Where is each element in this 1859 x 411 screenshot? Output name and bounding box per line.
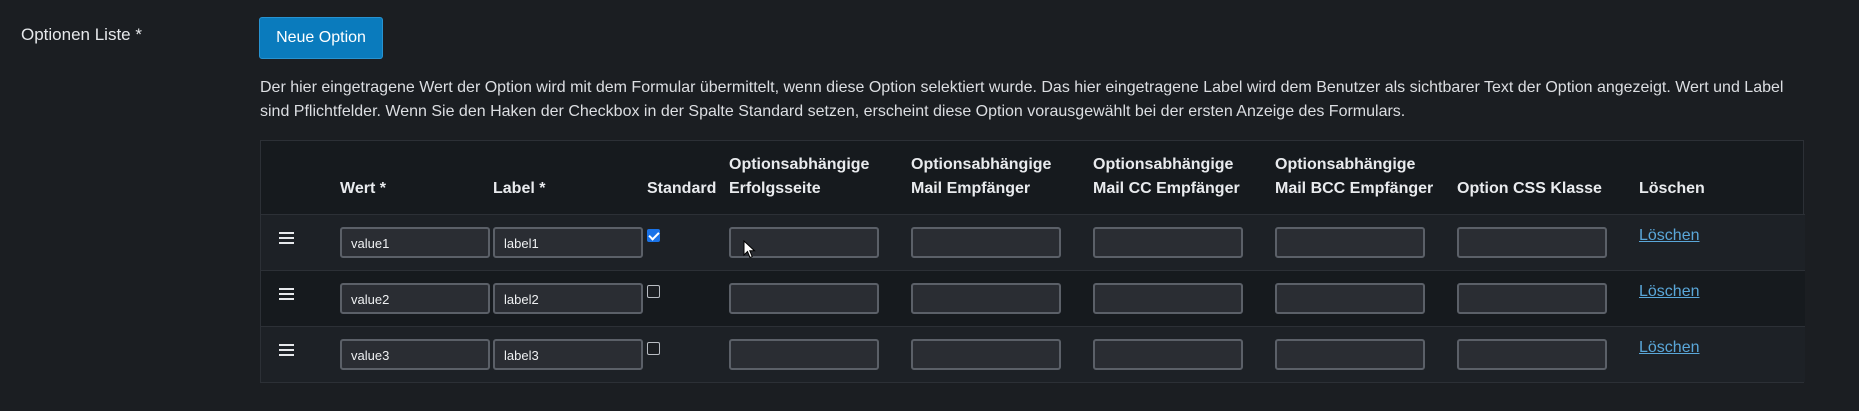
- drag-handle-icon[interactable]: [279, 229, 294, 247]
- success-page-input[interactable]: [729, 282, 879, 314]
- value-input[interactable]: [340, 338, 490, 370]
- new-option-button[interactable]: Neue Option: [259, 17, 383, 59]
- standard-checkbox[interactable]: [647, 229, 660, 243]
- column-header-mail-bcc: Optionsabhängige Mail BCC Empfänger: [1275, 155, 1434, 197]
- table-row: Löschen: [261, 214, 1805, 270]
- css-class-input[interactable]: [1457, 282, 1607, 314]
- column-header-mail-cc: Optionsabhängige Mail CC Empfänger: [1093, 155, 1240, 197]
- mail-recipient-input[interactable]: [911, 226, 1061, 258]
- column-header-standard: Standard: [647, 179, 717, 197]
- mail-cc-input[interactable]: [1093, 226, 1243, 258]
- column-header-success-page: Optionsabhängige Erfolgsseite: [729, 155, 870, 197]
- mail-cc-input[interactable]: [1093, 338, 1243, 370]
- delete-link[interactable]: Löschen: [1639, 339, 1700, 356]
- css-class-input[interactable]: [1457, 338, 1607, 370]
- table-row: Löschen: [261, 270, 1805, 326]
- column-header-css-class: Option CSS Klasse: [1457, 179, 1602, 197]
- table-row: Löschen: [261, 326, 1805, 382]
- label-input[interactable]: [493, 226, 643, 258]
- drag-handle-icon[interactable]: [279, 285, 294, 303]
- options-table-container: Wert * Label * Standard Optionsabhängige…: [260, 140, 1805, 383]
- label-input[interactable]: [493, 338, 643, 370]
- column-header-value: Wert *: [340, 179, 386, 197]
- mail-recipient-input[interactable]: [911, 338, 1061, 370]
- field-description: Der hier eingetragene Wert der Option wi…: [260, 79, 1784, 120]
- column-header-delete: Löschen: [1639, 179, 1705, 197]
- success-page-input[interactable]: [729, 338, 879, 370]
- mail-bcc-input[interactable]: [1275, 226, 1425, 258]
- mail-cc-input[interactable]: [1093, 282, 1243, 314]
- value-input[interactable]: [340, 226, 490, 258]
- drag-handle-icon[interactable]: [279, 341, 294, 359]
- column-header-drag: [261, 141, 340, 214]
- mail-bcc-input[interactable]: [1275, 338, 1425, 370]
- standard-checkbox[interactable]: [647, 285, 660, 299]
- delete-link[interactable]: Löschen: [1639, 283, 1700, 300]
- css-class-input[interactable]: [1457, 226, 1607, 258]
- column-header-mail-recipient: Optionsabhängige Mail Empfänger: [911, 155, 1052, 197]
- value-input[interactable]: [340, 282, 490, 314]
- column-header-label: Label *: [493, 179, 546, 197]
- mouse-pointer-icon: [743, 240, 756, 259]
- table-header-row: Wert * Label * Standard Optionsabhängige…: [261, 141, 1805, 214]
- mail-recipient-input[interactable]: [911, 282, 1061, 314]
- field-label: Optionen Liste *: [21, 25, 142, 44]
- mail-bcc-input[interactable]: [1275, 282, 1425, 314]
- label-input[interactable]: [493, 282, 643, 314]
- options-table: Wert * Label * Standard Optionsabhängige…: [261, 141, 1805, 382]
- delete-link[interactable]: Löschen: [1639, 227, 1700, 244]
- standard-checkbox[interactable]: [647, 341, 660, 355]
